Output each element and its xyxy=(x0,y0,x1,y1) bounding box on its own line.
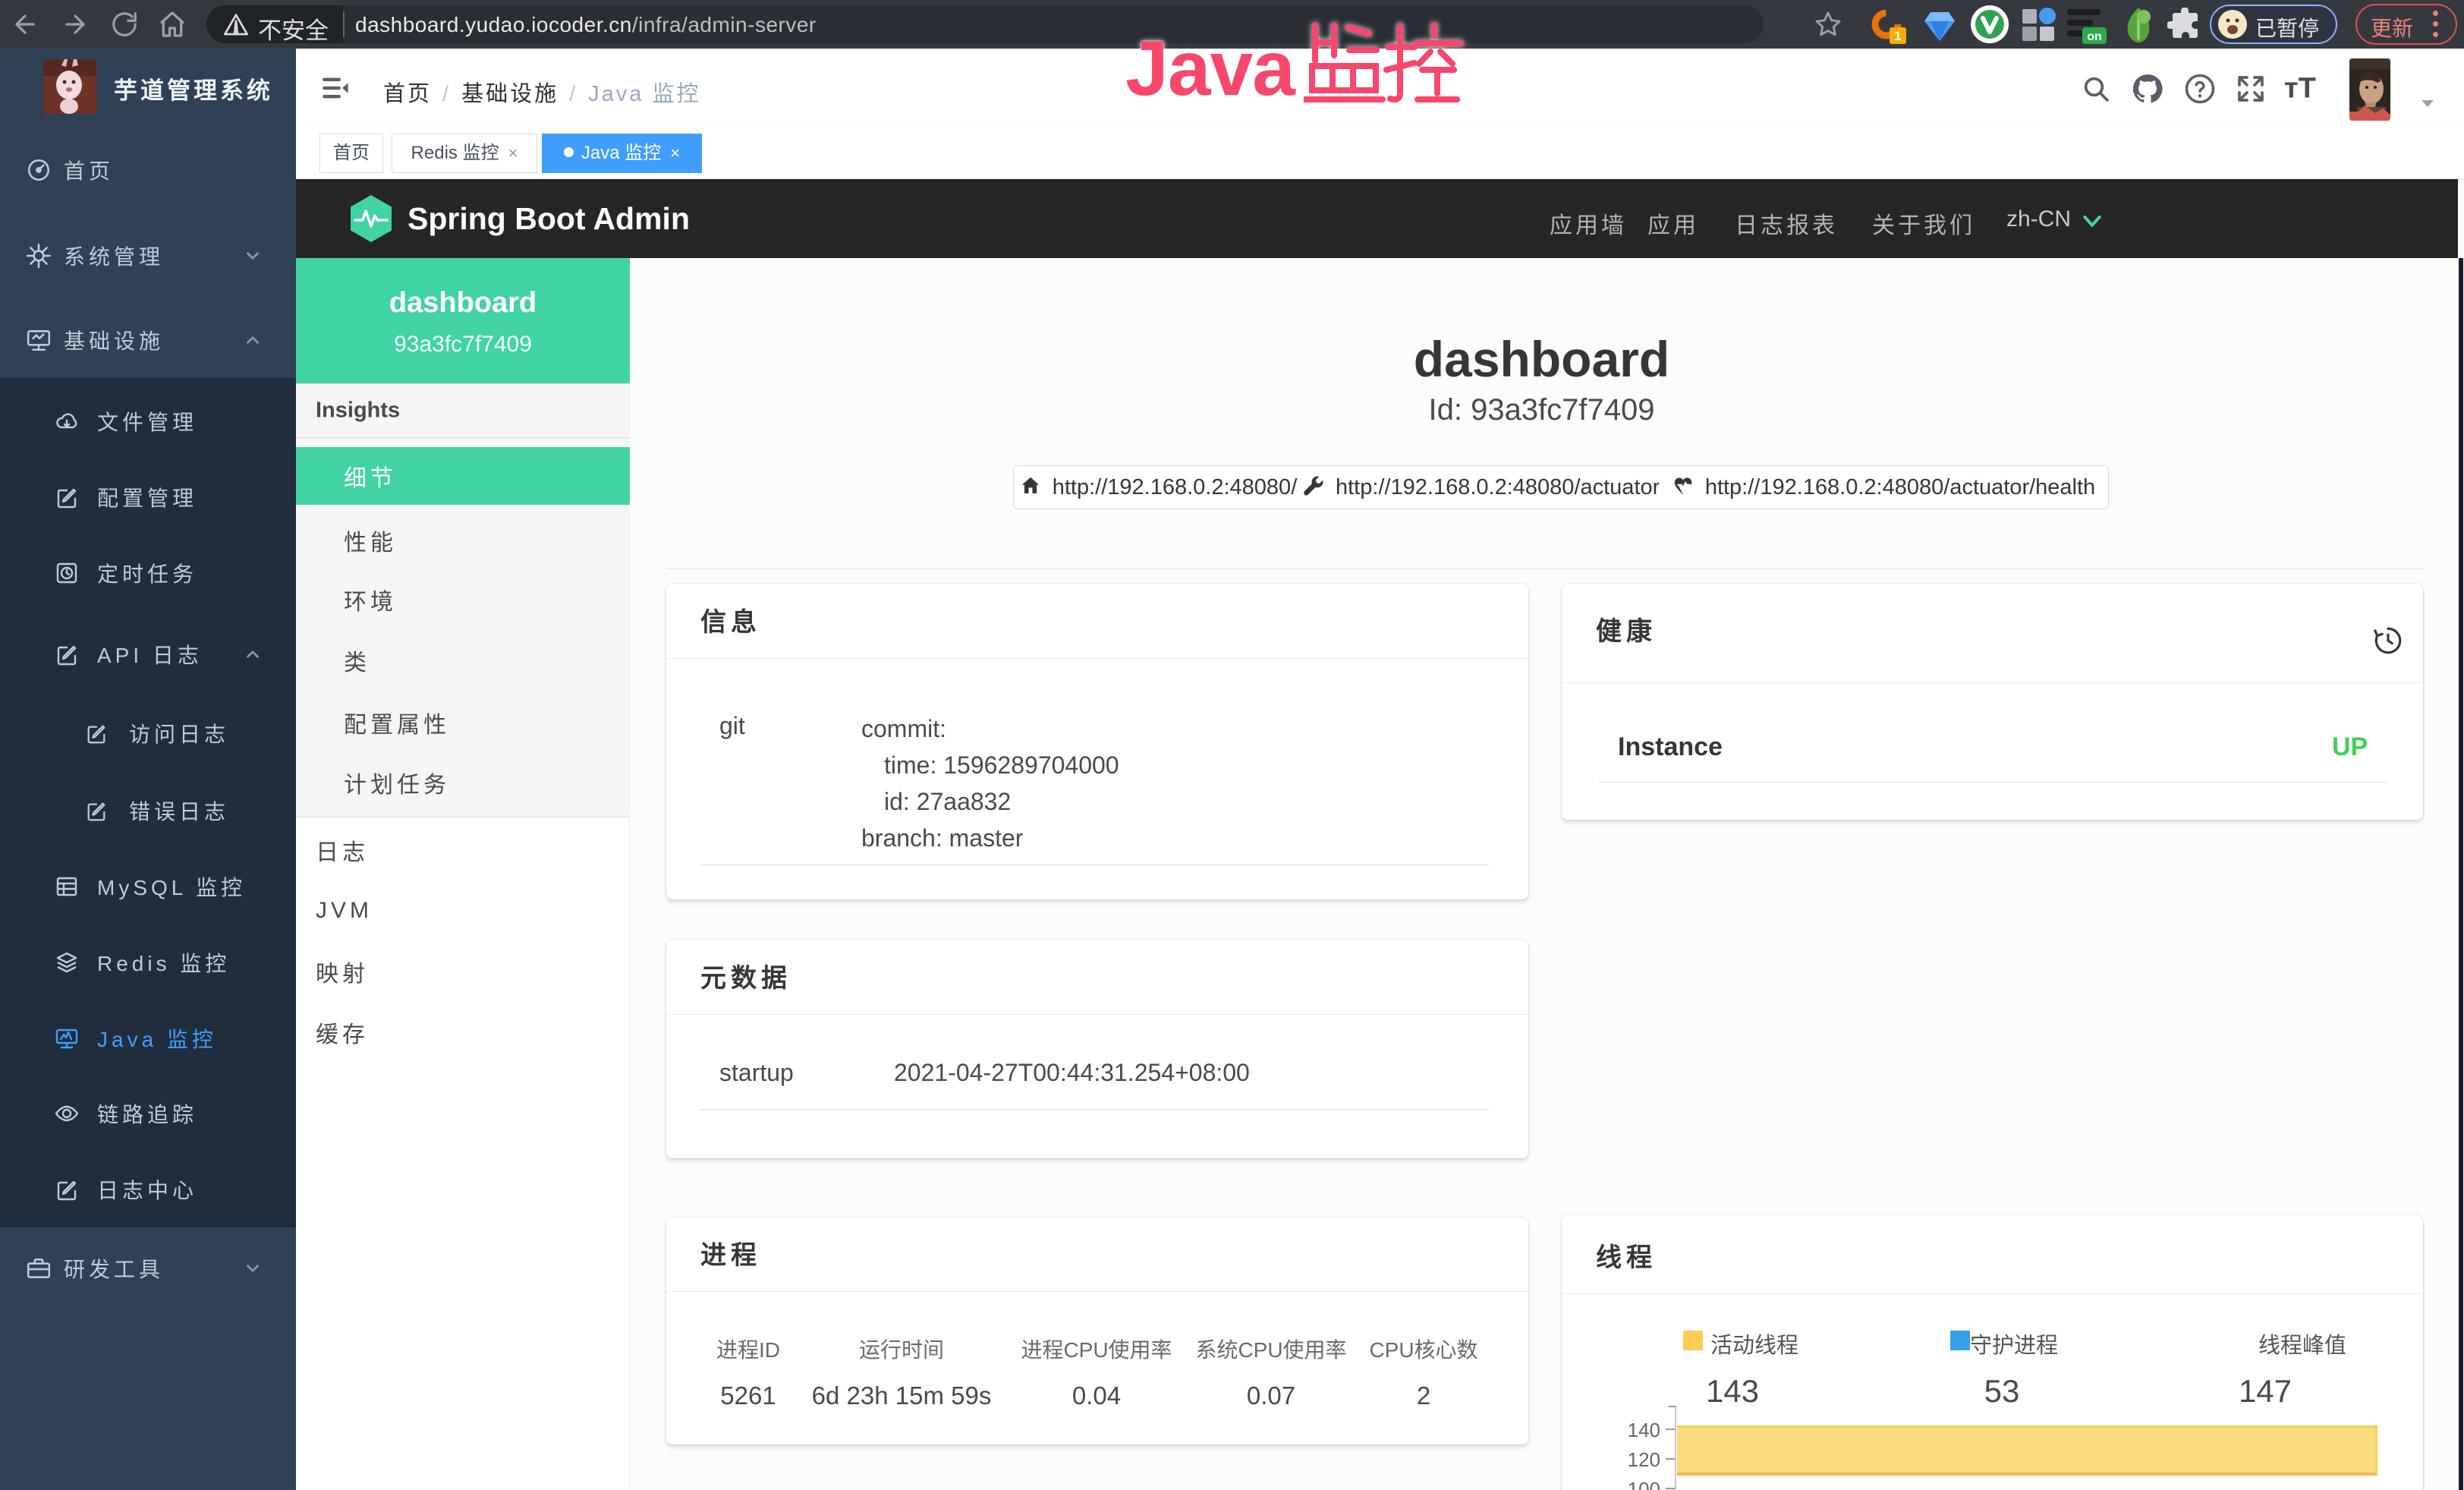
svg-text:on: on xyxy=(2087,30,2102,43)
svg-text:1: 1 xyxy=(1894,29,1901,43)
